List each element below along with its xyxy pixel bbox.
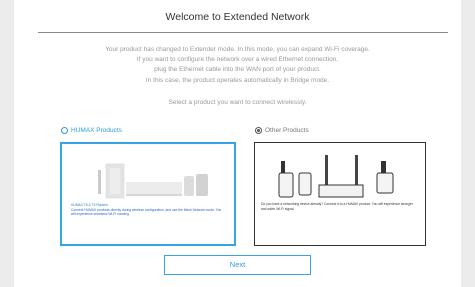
humax-card-text: Connect HUMAX products directly during w… bbox=[71, 207, 222, 217]
title-divider bbox=[38, 32, 448, 33]
humax-card-description: HUMAX T8 & T5 Routers Connect HUMAX prod… bbox=[71, 203, 223, 217]
humax-radio-button[interactable] bbox=[61, 127, 68, 134]
description-line-3: plug the Ethernet cable into the WAN por… bbox=[154, 66, 321, 74]
other-option-label: Other Products bbox=[265, 127, 309, 134]
humax-devices-illustration bbox=[62, 144, 234, 244]
page-title: Welcome to Extended Network bbox=[165, 11, 310, 23]
humax-option-label: HUMAX Products bbox=[71, 127, 122, 134]
description-line-2: If you want to configure the network ove… bbox=[136, 56, 339, 64]
next-button[interactable]: Next bbox=[164, 255, 311, 275]
other-products-option[interactable]: Other Products bbox=[255, 127, 309, 134]
other-card-description: Do you have a networking device already?… bbox=[261, 202, 413, 211]
other-radio-button[interactable] bbox=[255, 127, 262, 134]
description-line-1: Your product has changed to Extender mod… bbox=[105, 46, 370, 53]
mode-description: Your product has changed to Extender mod… bbox=[14, 45, 461, 86]
other-products-card[interactable]: Do you have a networking device already?… bbox=[254, 142, 426, 246]
description-line-4: In this case, the product operates autom… bbox=[145, 76, 330, 84]
humax-products-option[interactable]: HUMAX Products bbox=[61, 127, 122, 134]
other-devices-illustration bbox=[255, 143, 424, 244]
humax-products-card[interactable]: HUMAX T8 & T5 Routers Connect HUMAX prod… bbox=[60, 142, 236, 246]
selection-prompt: Select a product you want to connect wir… bbox=[168, 99, 307, 106]
